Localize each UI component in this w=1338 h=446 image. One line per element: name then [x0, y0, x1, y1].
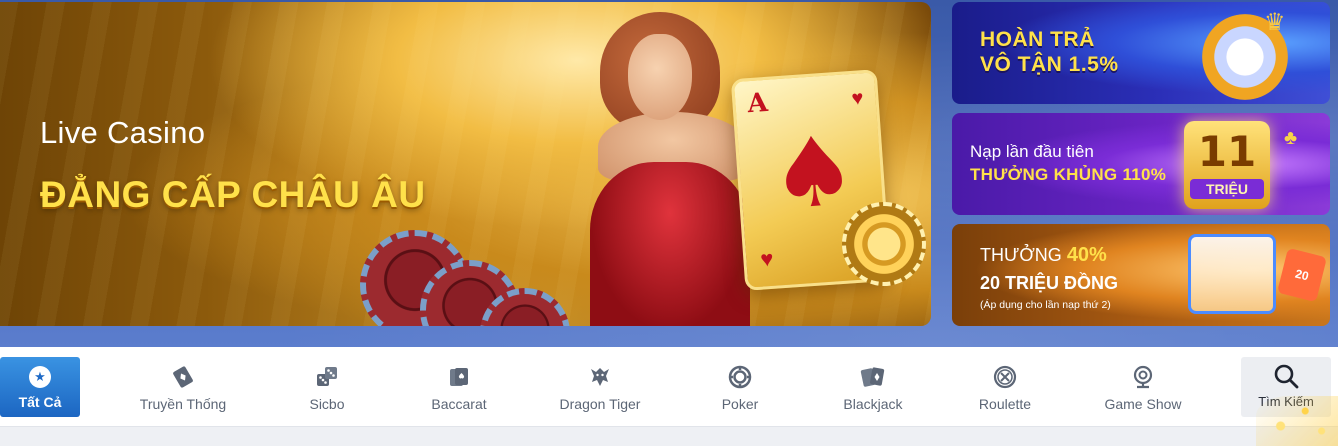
content-area-top: [0, 427, 1338, 446]
dice-icon: [314, 364, 340, 390]
eleven-million-badge: 11 TRIỆU: [1184, 121, 1270, 209]
dragon-icon: [587, 364, 613, 390]
promo-cashback-line1: HOÀN TRẢ: [980, 28, 1095, 51]
promo-second-deposit-line2: 20 TRIỆU ĐỒNG: [980, 273, 1119, 293]
poker-chip-icon: [727, 364, 753, 390]
tab-baccarat[interactable]: Baccarat: [404, 357, 514, 417]
crown-icon: ♛: [1264, 9, 1286, 36]
promo-cashback-line2: VÔ TẬN 1.5%: [980, 53, 1119, 76]
dealer-dress: [590, 162, 750, 326]
tab-game-show-label: Game Show: [1104, 396, 1182, 412]
badge-number: 11: [1197, 127, 1257, 176]
promo-first-deposit-line1: Nạp lần đầu tiên: [970, 142, 1094, 161]
bonus-ticket-icon: 20: [1277, 247, 1327, 303]
promo-second-deposit-banner[interactable]: THƯỞNG 40% 20 TRIỆU ĐỒNG (Áp dụng cho lầ…: [952, 224, 1330, 326]
gold-chip-icon: [842, 202, 926, 286]
search-icon: [1273, 363, 1299, 389]
tab-roulette-label: Roulette: [978, 396, 1032, 412]
badge-unit: TRIỆU: [1190, 179, 1264, 199]
heart-suit-icon: ♥: [759, 245, 775, 272]
tab-poker[interactable]: Poker: [685, 357, 795, 417]
tab-sicbo-label: Sicbo: [309, 396, 345, 412]
webcam-icon: [1130, 364, 1156, 390]
hero-subtitle: ĐẲNG CẤP CHÂU ÂU: [40, 174, 426, 215]
card-rank: A: [746, 87, 769, 120]
casino-chips-illustration: [360, 230, 590, 326]
spade-suit-icon: ♠: [766, 113, 861, 232]
game-category-nav: ★ Tất Cả Truyền Thống Sicbo Baccarat Dra…: [0, 347, 1338, 427]
baccarat-cards-icon: [446, 364, 472, 390]
tab-all-label: Tất Cả: [18, 394, 62, 410]
cashback-illustration: ♛: [1192, 9, 1312, 100]
promo-line1-value: 40%: [1066, 244, 1107, 266]
hero-banner[interactable]: A ♥ ♠ ♥ Live Casino ĐẲNG CẤP CHÂU ÂU: [0, 2, 931, 326]
tab-dragon-tiger-label: Dragon Tiger: [559, 396, 641, 412]
star-icon: ★: [29, 366, 51, 388]
dealer-illustration: [580, 2, 760, 326]
roulette-icon: [992, 364, 1018, 390]
gift-box-icon: [1188, 234, 1276, 314]
promo-second-deposit-line1: THƯỞNG 40%: [980, 244, 1107, 267]
promo-cashback-banner[interactable]: HOÀN TRẢ VÔ TẬN 1.5% ♛: [952, 2, 1330, 104]
tab-sicbo[interactable]: Sicbo: [272, 357, 382, 417]
tab-traditional-label: Truyền Thống: [139, 396, 227, 412]
tab-blackjack-label: Blackjack: [843, 396, 903, 412]
promo-line1-prefix: THƯỞNG: [980, 245, 1067, 265]
blackjack-cards-icon: [860, 364, 886, 390]
promo-first-deposit-line2: THƯỞNG KHỦNG 110%: [970, 165, 1167, 184]
floating-promo-sparkle-icon[interactable]: [1256, 396, 1338, 446]
card-diamond-icon: [170, 364, 196, 390]
tab-baccarat-label: Baccarat: [431, 396, 487, 412]
dealer-face: [628, 34, 692, 120]
clover-icon: ♣: [1284, 127, 1298, 149]
hero-title: Live Casino: [40, 115, 206, 150]
promo-banner-area: A ♥ ♠ ♥ Live Casino ĐẲNG CẤP CHÂU ÂU HOÀ…: [0, 0, 1338, 347]
tab-traditional[interactable]: Truyền Thống: [128, 357, 238, 417]
tab-roulette[interactable]: Roulette: [950, 357, 1060, 417]
tab-game-show[interactable]: Game Show: [1088, 357, 1198, 417]
tab-poker-label: Poker: [721, 396, 759, 412]
tab-blackjack[interactable]: Blackjack: [818, 357, 928, 417]
heart-suit-icon: ♥: [850, 87, 865, 110]
promo-first-deposit-banner[interactable]: Nạp lần đầu tiên THƯỞNG KHỦNG 110% 11 TR…: [952, 113, 1330, 215]
tab-all[interactable]: ★ Tất Cả: [0, 357, 80, 417]
tab-dragon-tiger[interactable]: Dragon Tiger: [545, 357, 655, 417]
promo-second-deposit-note: (Áp dụng cho lần nạp thứ 2): [980, 299, 1111, 311]
